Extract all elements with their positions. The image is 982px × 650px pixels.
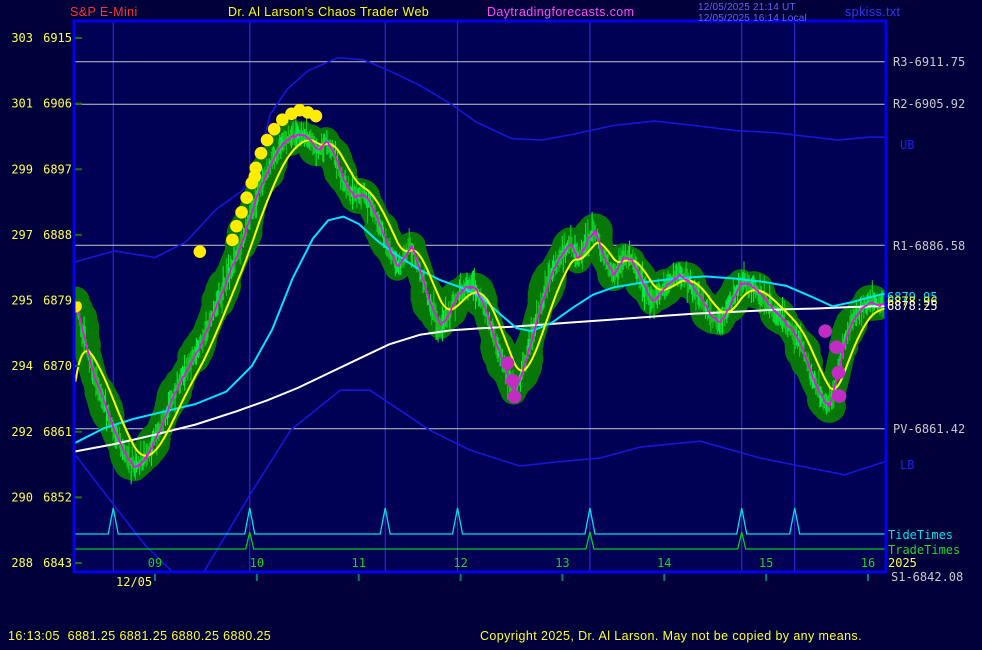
hour-label: 11: [351, 556, 365, 570]
r2-level-label: R2-6905.92: [893, 97, 965, 111]
emini-price-label: 6915: [43, 31, 72, 45]
tide-times-label: TideTimes: [888, 528, 953, 542]
r1-level-label: R1-6886.58: [893, 239, 965, 253]
left-axis-labels: 303 6915 301 6906 299 6897 297 6888 295 6879 294 68…: [11, 31, 72, 570]
local-time-label: 12/05/2025 16:14 Local: [698, 13, 807, 24]
hour-label: 14: [657, 556, 671, 570]
bottom-marker-dot: [832, 366, 846, 380]
symbol-label: S&P E-Mini: [70, 5, 138, 19]
hour-label: 10: [250, 556, 264, 570]
emini-price-label: 6897: [43, 162, 72, 176]
top-marker-dot: [226, 234, 239, 247]
hour-label: 13: [555, 556, 569, 570]
s1-level-label: S1-6842.08: [891, 570, 963, 584]
bottom-marker-dot: [818, 324, 832, 338]
emini-price-label: 6870: [43, 359, 72, 373]
cash-price-label: 288: [11, 556, 33, 570]
data-file-link[interactable]: spkiss.txt: [845, 5, 900, 19]
page-title: Dr. Al Larson's Chaos Trader Web: [228, 5, 429, 19]
emini-price-label: 6843: [43, 556, 72, 570]
price-chart: 303 6915 301 6906 299 6897 297 6888 295 6879 294 68…: [0, 0, 982, 650]
copyright-notice: Copyright 2025, Dr. Al Larson. May not b…: [480, 629, 862, 643]
pv-level-label: PV-6861.42: [893, 422, 965, 436]
top-marker-dot: [255, 147, 268, 160]
cash-price-label: 299: [11, 162, 33, 176]
bottom-marker-dot: [833, 389, 847, 403]
trade-times-label: TradeTimes: [888, 543, 960, 557]
top-marker-dot: [240, 191, 253, 204]
top-marker-dot: [261, 134, 274, 147]
cash-price-label: 303: [11, 31, 33, 45]
top-marker-dot: [194, 245, 207, 258]
emini-price-label: 6879: [43, 294, 72, 308]
time-and-sales-status: 16:13:05 6881.25 6881.25 6880.25 6880.25: [8, 629, 271, 643]
r3-level-label: R3-6911.75: [893, 55, 965, 69]
last-price-label: 6878.25: [887, 299, 938, 313]
emini-price-label: 6906: [43, 97, 72, 111]
emini-price-label: 6888: [43, 228, 72, 242]
cash-price-label: 294: [11, 359, 33, 373]
cash-price-label: 295: [11, 294, 33, 308]
top-marker-dot: [250, 161, 263, 174]
chaos-trader-screen: 303 6915 301 6906 299 6897 297 6888 295 6879 294 68…: [0, 0, 982, 650]
emini-price-label: 6852: [43, 490, 72, 504]
year-label: 2025: [888, 556, 917, 570]
right-margin-labels: R3-6911.75 R2-6905.92 UB R1-6886.58 PV-6861.…: [887, 55, 965, 584]
top-marker-dot: [230, 220, 243, 233]
date-label: 12/05: [116, 575, 152, 589]
top-marker-dot: [235, 206, 248, 219]
emini-price-label: 6861: [43, 425, 72, 439]
cash-price-label: 290: [11, 490, 33, 504]
hour-label: 16: [861, 556, 875, 570]
lower-band-label: LB: [900, 458, 914, 472]
upper-band-label: UB: [900, 138, 914, 152]
bottom-marker-dot: [501, 356, 515, 370]
cash-price-label: 301: [11, 97, 33, 111]
site-link[interactable]: Daytradingforecasts.com: [487, 5, 634, 19]
bottom-marker-dot: [508, 390, 522, 404]
hour-label: 12: [453, 556, 467, 570]
hour-label: 15: [759, 556, 773, 570]
cash-price-label: 297: [11, 228, 33, 242]
cash-price-label: 292: [11, 425, 33, 439]
bottom-marker-dot: [506, 374, 520, 388]
utc-time-label: 12/05/2025 21:14 UT: [698, 2, 796, 13]
hour-label: 09: [148, 556, 162, 570]
bottom-marker-dot: [830, 340, 844, 354]
top-marker-dot: [310, 110, 323, 123]
